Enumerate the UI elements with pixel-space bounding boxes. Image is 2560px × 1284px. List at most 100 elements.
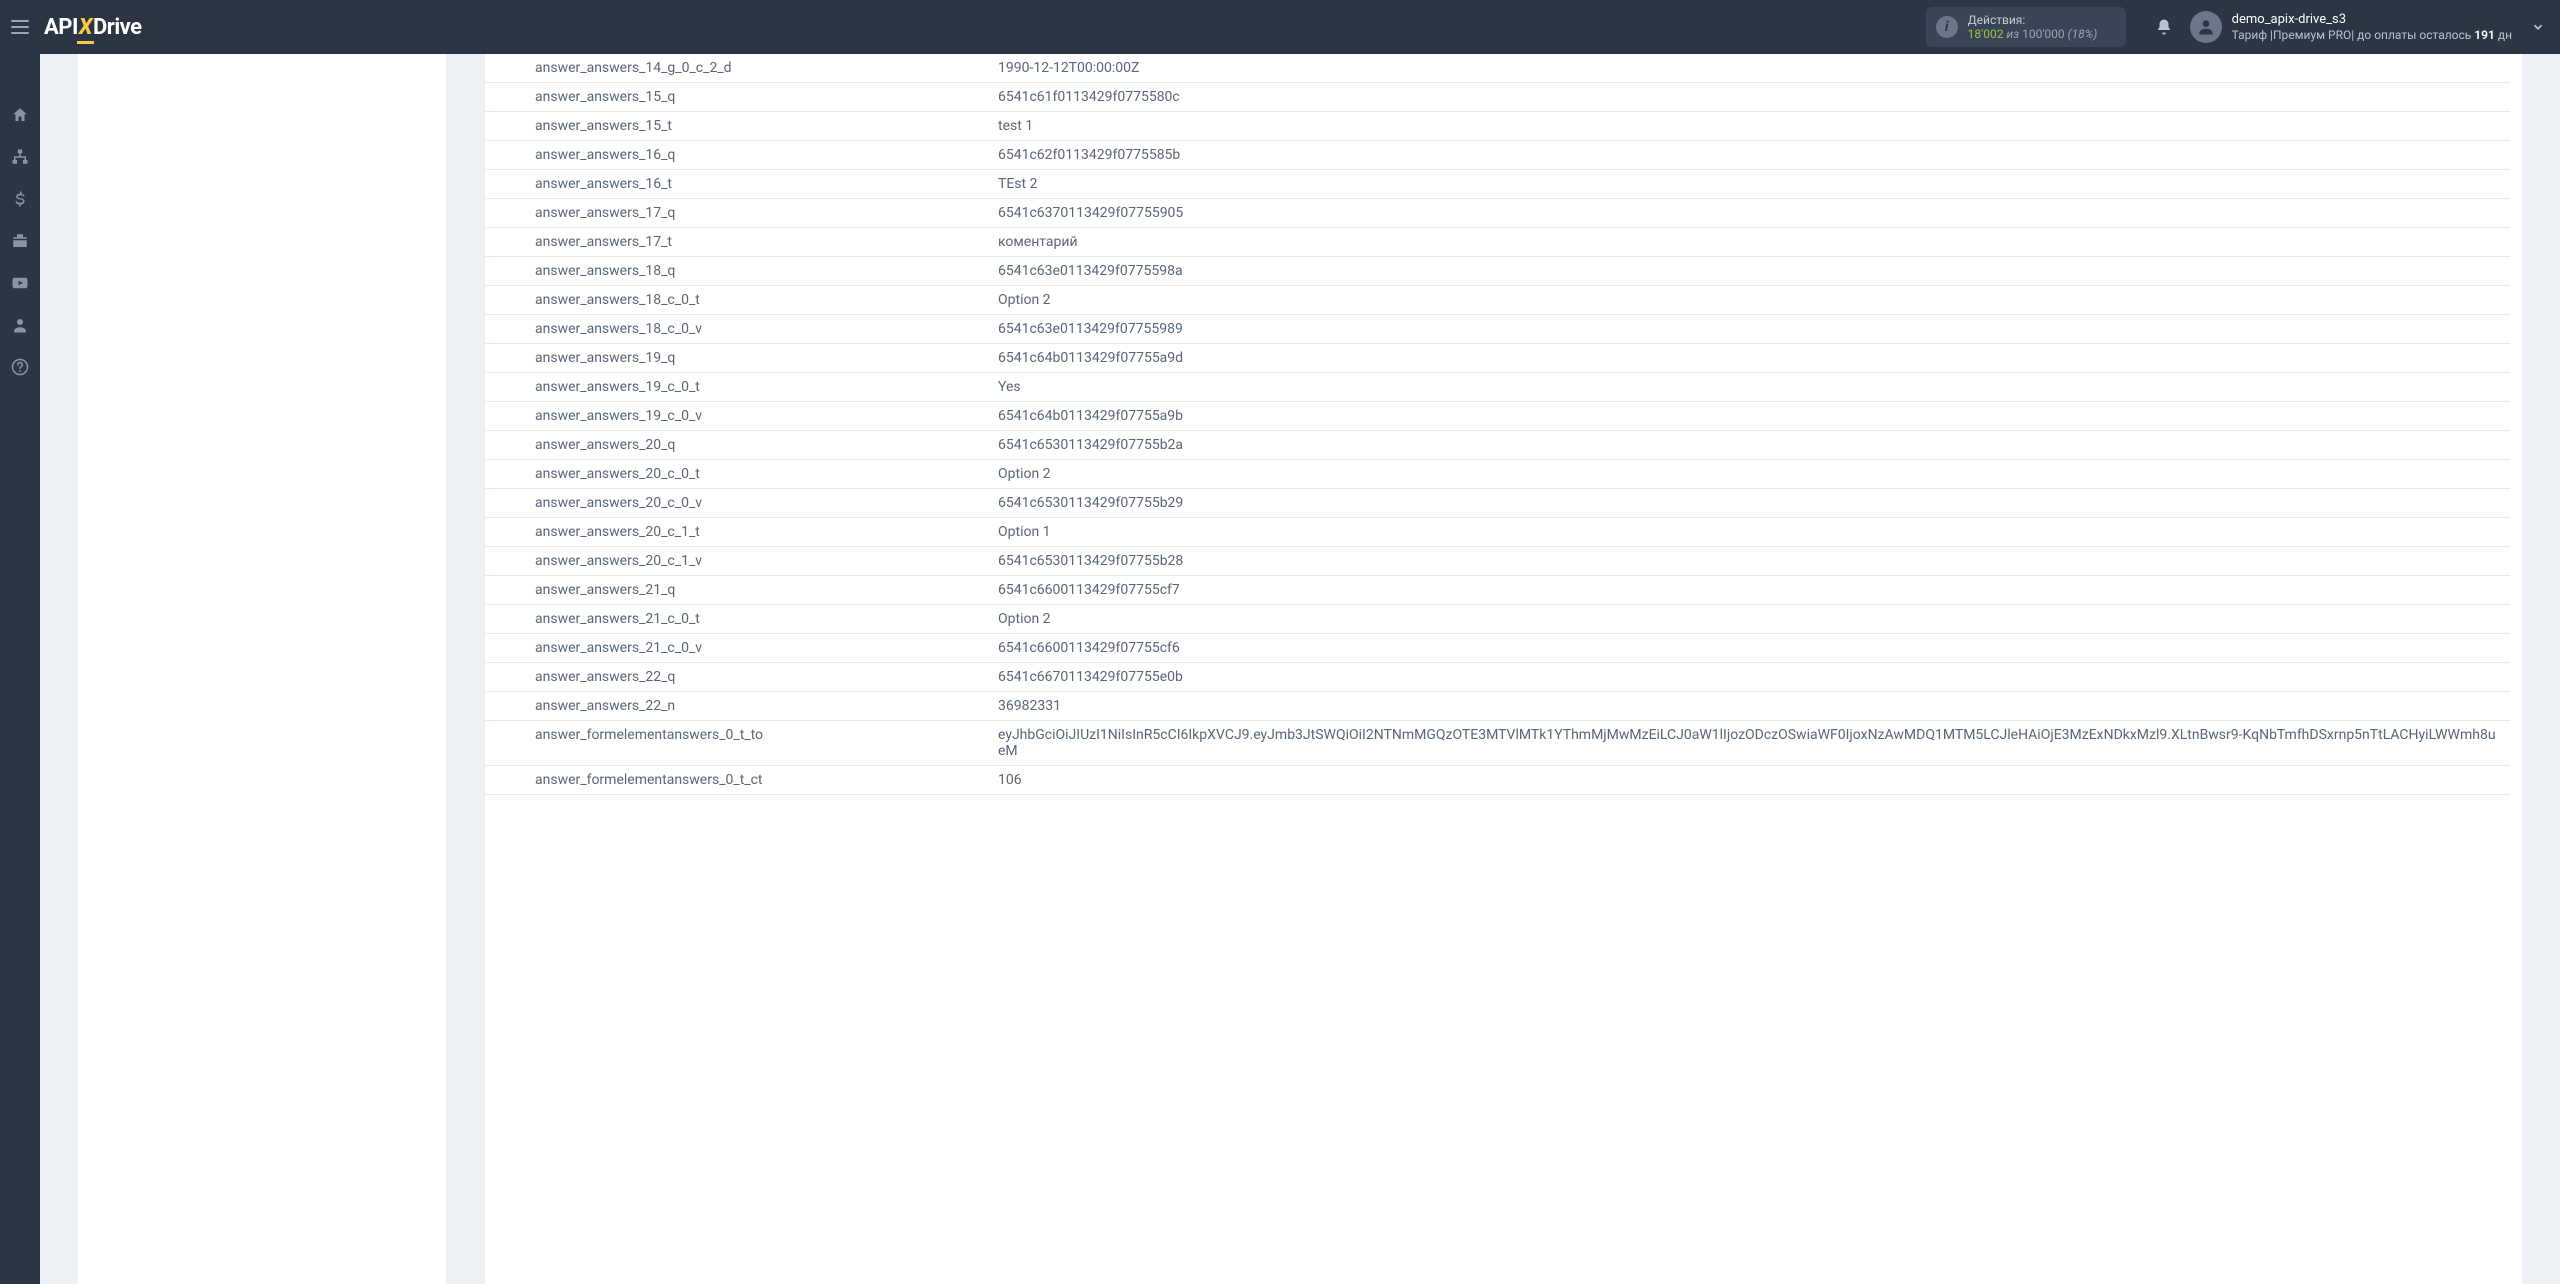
tree-icon (11, 148, 29, 166)
row-key: answer_formelementanswers_0_t_ct (485, 770, 990, 790)
table-row: answer_answers_21_c_0_v6541c6600113429f0… (485, 634, 2510, 663)
row-key: answer_answers_20_q (485, 435, 990, 455)
dollar-icon (11, 190, 29, 208)
table-row: answer_answers_20_c_1_v6541c6530113429f0… (485, 547, 2510, 576)
row-key: answer_answers_17_q (485, 203, 990, 223)
logo-drive: Drive (93, 15, 142, 40)
table-row: answer_answers_18_c_0_v6541c63e0113429f0… (485, 315, 2510, 344)
row-key: answer_answers_18_q (485, 261, 990, 281)
row-key: answer_answers_16_q (485, 145, 990, 165)
row-key: answer_answers_20_c_1_v (485, 551, 990, 571)
row-value: 106 (990, 770, 2510, 790)
table-row: answer_answers_20_q6541c6530113429f07755… (485, 431, 2510, 460)
actions-counter[interactable]: i Действия: 18'002 из 100'000 (18%) (1926, 7, 2126, 48)
sidebar (0, 54, 40, 1284)
row-key: answer_formelementanswers_0_t_to (485, 725, 990, 761)
table-row: answer_answers_20_c_0_v6541c6530113429f0… (485, 489, 2510, 518)
row-key: answer_answers_22_q (485, 667, 990, 687)
content: answer_answers_14_g_0_c_2_d1990-12-12T00… (40, 54, 2560, 1284)
row-value: Option 2 (990, 609, 2510, 629)
menu-toggle[interactable] (0, 0, 40, 54)
sidebar-home[interactable] (0, 94, 40, 136)
sidebar-briefcase[interactable] (0, 220, 40, 262)
row-value: коментарий (990, 232, 2510, 252)
row-value: Option 1 (990, 522, 2510, 542)
row-key: answer_answers_15_q (485, 87, 990, 107)
row-value: 6541c6530113429f07755b29 (990, 493, 2510, 513)
table-row: answer_answers_20_c_1_tOption 1 (485, 518, 2510, 547)
row-value: 6541c6600113429f07755cf6 (990, 638, 2510, 658)
row-value: TEst 2 (990, 174, 2510, 194)
table-row: answer_answers_19_q6541c64b0113429f07755… (485, 344, 2510, 373)
table-row: answer_answers_20_c_0_tOption 2 (485, 460, 2510, 489)
row-value: 6541c6370113429f07755905 (990, 203, 2510, 223)
row-key: answer_answers_18_c_0_t (485, 290, 990, 310)
row-key: answer_answers_22_n (485, 696, 990, 716)
actions-count: 18'002 (1968, 27, 2004, 41)
row-key: answer_answers_14_g_0_c_2_d (485, 58, 990, 78)
table-row: answer_answers_14_g_0_c_2_d1990-12-12T00… (485, 54, 2510, 83)
bell-icon (2155, 18, 2173, 36)
table-row: answer_answers_15_ttest 1 (485, 112, 2510, 141)
actions-label: Действия: (1968, 13, 2098, 27)
table-row: answer_answers_19_c_0_v6541c64b0113429f0… (485, 402, 2510, 431)
topbar: APIXDrive i Действия: 18'002 из 100'000 … (0, 0, 2560, 54)
avatar[interactable] (2190, 11, 2222, 43)
row-key: answer_answers_19_q (485, 348, 990, 368)
row-value: 36982331 (990, 696, 2510, 716)
row-value: eyJhbGciOiJIUzI1NiIsInR5cCI6IkpXVCJ9.eyJ… (990, 725, 2510, 761)
row-key: answer_answers_16_t (485, 174, 990, 194)
table-row: answer_answers_15_q6541c61f0113429f07755… (485, 83, 2510, 112)
row-value: 6541c6530113429f07755b28 (990, 551, 2510, 571)
sidebar-video[interactable] (0, 262, 40, 304)
table-row: answer_answers_18_q6541c63e0113429f07755… (485, 257, 2510, 286)
row-value: 1990-12-12T00:00:00Z (990, 58, 2510, 78)
table-row: answer_answers_16_tTEst 2 (485, 170, 2510, 199)
table-row: answer_answers_17_q6541c6370113429f07755… (485, 199, 2510, 228)
left-panel (78, 54, 446, 1284)
user-name: demo_apix-drive_s3 (2232, 12, 2512, 28)
briefcase-icon (11, 232, 29, 250)
row-value: Option 2 (990, 290, 2510, 310)
chevron-down-icon (2531, 20, 2545, 34)
user-circle-icon (11, 316, 29, 334)
row-key: answer_answers_19_c_0_v (485, 406, 990, 426)
row-value: test 1 (990, 116, 2510, 136)
table-row: answer_answers_18_c_0_tOption 2 (485, 286, 2510, 315)
help-icon (11, 358, 29, 376)
row-value: 6541c63e0113429f0775598a (990, 261, 2510, 281)
sidebar-profile[interactable] (0, 304, 40, 346)
user-menu-toggle[interactable] (2522, 0, 2554, 54)
actions-pct: (18%) (2068, 27, 2098, 41)
table-row: answer_formelementanswers_0_t_toeyJhbGci… (485, 721, 2510, 766)
row-value: 6541c6600113429f07755cf7 (990, 580, 2510, 600)
logo-x: X (79, 15, 92, 40)
table-row: answer_answers_16_q6541c62f0113429f07755… (485, 141, 2510, 170)
row-key: answer_answers_15_t (485, 116, 990, 136)
table-row: answer_answers_21_c_0_tOption 2 (485, 605, 2510, 634)
logo[interactable]: APIXDrive (44, 15, 142, 40)
row-key: answer_answers_20_c_0_v (485, 493, 990, 513)
notifications-button[interactable] (2144, 18, 2184, 36)
row-value: 6541c63e0113429f07755989 (990, 319, 2510, 339)
actions-sep: из (2006, 27, 2019, 41)
table-row: answer_answers_19_c_0_tYes (485, 373, 2510, 402)
row-key: answer_answers_21_q (485, 580, 990, 600)
info-icon: i (1936, 16, 1958, 38)
sidebar-help[interactable] (0, 346, 40, 388)
row-key: answer_answers_19_c_0_t (485, 377, 990, 397)
table-row: answer_answers_22_q6541c6670113429f07755… (485, 663, 2510, 692)
row-key: answer_answers_20_c_1_t (485, 522, 990, 542)
row-value: 6541c62f0113429f0775585b (990, 145, 2510, 165)
row-value: 6541c64b0113429f07755a9b (990, 406, 2510, 426)
youtube-icon (11, 274, 29, 292)
table-row: answer_answers_17_tкоментарий (485, 228, 2510, 257)
sidebar-connections[interactable] (0, 136, 40, 178)
right-panel: answer_answers_14_g_0_c_2_d1990-12-12T00… (485, 54, 2522, 1284)
row-key: answer_answers_21_c_0_t (485, 609, 990, 629)
hamburger-icon (11, 20, 29, 34)
user-block[interactable]: demo_apix-drive_s3 Тариф |Премиум PRO| д… (2232, 12, 2512, 42)
user-icon (2196, 17, 2216, 37)
actions-text: Действия: 18'002 из 100'000 (18%) (1968, 13, 2098, 42)
sidebar-billing[interactable] (0, 178, 40, 220)
